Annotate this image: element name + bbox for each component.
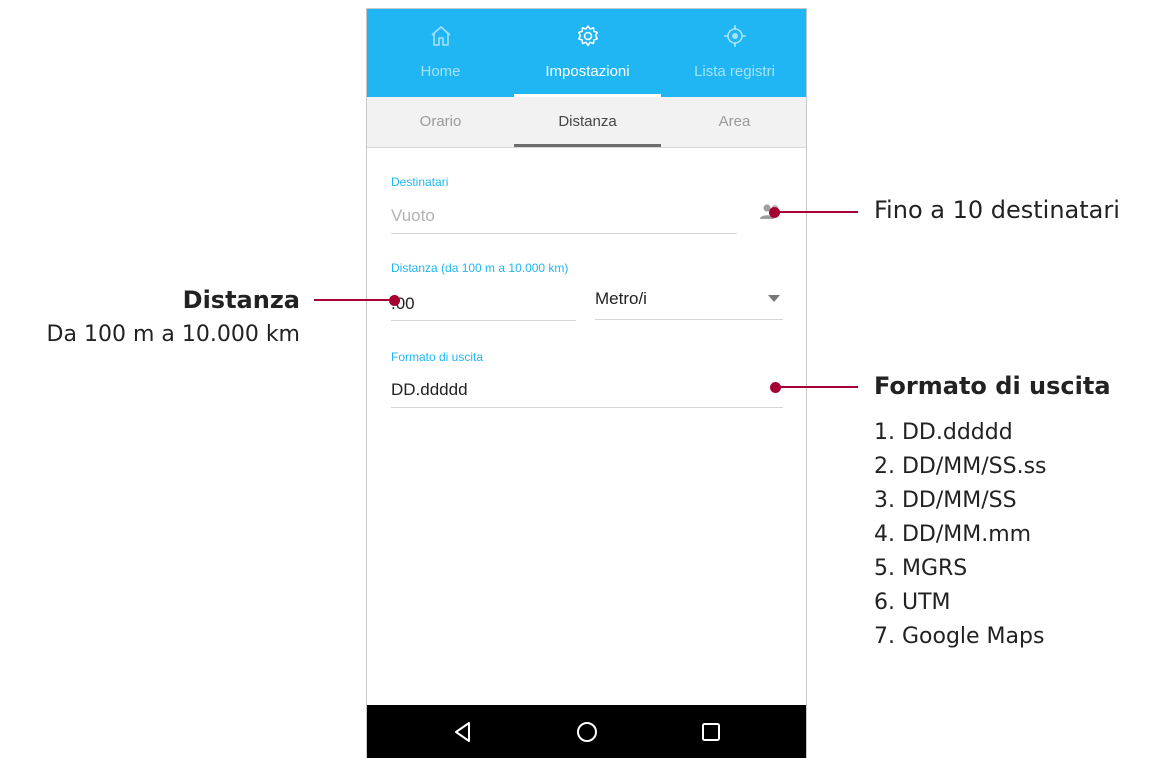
subtab-area[interactable]: Area xyxy=(661,97,806,147)
recents-icon[interactable] xyxy=(697,718,725,746)
format-option: 3. DD/MM/SS xyxy=(874,488,1017,513)
subtab-distance[interactable]: Distanza xyxy=(514,97,661,147)
format-option: 5. MGRS xyxy=(874,556,968,581)
format-option: 7. Google Maps xyxy=(874,624,1045,649)
tab-home[interactable]: Home xyxy=(367,9,514,97)
format-option: 6. UTM xyxy=(874,590,951,615)
tab-settings[interactable]: Impostazioni xyxy=(514,9,661,97)
sub-tab-bar: Orario Distanza Area xyxy=(367,97,806,148)
home-icon xyxy=(430,26,451,46)
output-format-underline xyxy=(391,407,783,408)
unit-underline xyxy=(595,319,783,320)
distance-callout-line xyxy=(314,299,394,301)
recipients-annotation: Fino a 10 destinatari xyxy=(874,196,1120,224)
subtab-time[interactable]: Orario xyxy=(367,97,514,147)
crosshair-icon xyxy=(723,25,746,47)
tab-log-list[interactable]: Lista registri xyxy=(661,9,806,97)
phone-screen: Home Impostazioni Lista registri Orario … xyxy=(366,8,807,758)
format-option: 1. DD.ddddd xyxy=(874,420,1013,445)
distance-label: Distanza (da 100 m a 10.000 km) xyxy=(391,261,569,275)
format-callout-line xyxy=(775,386,858,388)
back-icon[interactable] xyxy=(449,718,477,746)
distance-callout-dot xyxy=(389,295,400,306)
tab-settings-label: Impostazioni xyxy=(545,63,630,80)
recipients-label: Destinatari xyxy=(391,175,449,189)
top-tab-bar: Home Impostazioni Lista registri xyxy=(367,9,806,97)
output-format-label: Formato di uscita xyxy=(391,350,484,364)
home-circle-icon[interactable] xyxy=(573,718,601,746)
unit-select[interactable]: Metro/i xyxy=(595,289,647,309)
recipients-input[interactable]: Vuoto xyxy=(391,206,435,226)
active-subtab-indicator xyxy=(514,144,661,147)
distance-underline xyxy=(391,320,576,321)
dropdown-arrow-icon[interactable] xyxy=(768,295,780,302)
format-options-list: 1. DD.ddddd 2. DD/MM/SS.ss 3. DD/MM/SS 4… xyxy=(874,416,1047,654)
subtab-distance-label: Distanza xyxy=(558,113,617,130)
tab-home-label: Home xyxy=(420,63,461,80)
format-option: 2. DD/MM/SS.ss xyxy=(874,454,1047,479)
distance-annotation-range: Da 100 m a 10.000 km xyxy=(46,322,300,347)
recipients-callout-line xyxy=(774,211,858,213)
gear-icon xyxy=(577,25,598,47)
distance-annotation-title: Distanza xyxy=(182,286,300,314)
format-option: 4. DD/MM.mm xyxy=(874,522,1032,547)
tab-log-list-label: Lista registri xyxy=(694,63,775,80)
output-format-select[interactable]: DD.ddddd xyxy=(391,380,468,400)
recipients-underline xyxy=(391,233,737,234)
format-annotation-title: Formato di uscita xyxy=(874,372,1111,400)
android-nav-bar xyxy=(367,705,806,758)
